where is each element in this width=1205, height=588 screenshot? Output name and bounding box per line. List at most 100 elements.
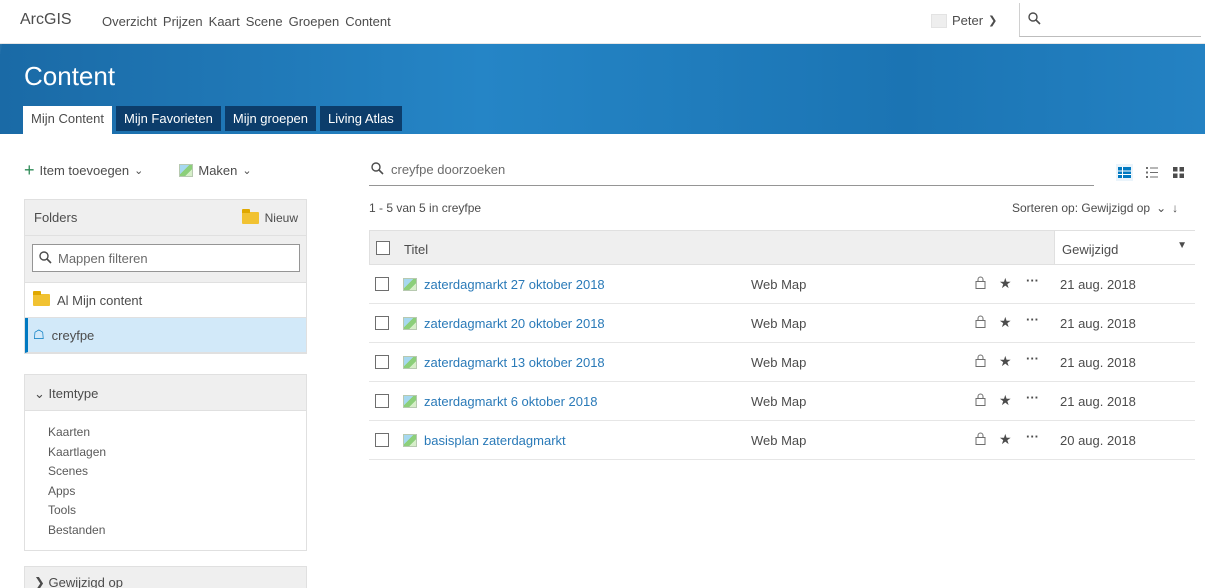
- row-checkbox[interactable]: [375, 277, 389, 291]
- content-banner: Content Mijn Content Mijn Favorieten Mij…: [0, 44, 1205, 134]
- row-checkbox[interactable]: [375, 433, 389, 447]
- nav-links: Overzicht Prijzen Kaart Scene Groepen Co…: [102, 14, 391, 47]
- item-modified-date: 21 aug. 2018: [1060, 277, 1136, 292]
- chevron-down-icon: ⌄: [134, 165, 144, 177]
- folder-item-creyfpe[interactable]: ☖ creyfpe: [25, 318, 306, 353]
- nav-link-groepen[interactable]: Groepen: [289, 14, 340, 29]
- favorite-star-icon[interactable]: ★: [999, 275, 1012, 292]
- add-item-button[interactable]: + Item toevoegen ⌄: [24, 160, 144, 180]
- lock-icon: [975, 354, 986, 370]
- more-options-icon[interactable]: ···: [1026, 429, 1039, 444]
- itemtype-header[interactable]: ⌄ Itemtype: [25, 375, 306, 411]
- itemtype-option-scenes[interactable]: Scenes: [48, 462, 306, 482]
- item-title-link[interactable]: zaterdagmarkt 13 oktober 2018: [424, 355, 605, 370]
- add-item-label: Item toevoegen: [39, 163, 130, 178]
- modified-filter-label: Gewijzigd op: [48, 575, 123, 588]
- favorite-star-icon[interactable]: ★: [999, 392, 1012, 409]
- tab-mijn-groepen[interactable]: Mijn groepen: [224, 106, 317, 131]
- row-checkbox[interactable]: [375, 394, 389, 408]
- folder-item-label: creyfpe: [51, 327, 95, 343]
- item-modified-date: 21 aug. 2018: [1060, 394, 1136, 409]
- user-menu[interactable]: Peter ❯: [931, 13, 997, 28]
- caret-down-icon: ▼: [1177, 240, 1187, 251]
- column-title[interactable]: Titel: [404, 242, 428, 257]
- tab-mijn-favorieten[interactable]: Mijn Favorieten: [115, 106, 221, 131]
- itemtype-option-tools[interactable]: Tools: [48, 501, 306, 521]
- chevron-down-icon: ⌄: [34, 386, 45, 401]
- item-title-link[interactable]: zaterdagmarkt 6 oktober 2018: [424, 394, 597, 409]
- content-search-placeholder: creyfpe doorzoeken: [391, 162, 506, 177]
- global-search-input[interactable]: [1019, 3, 1201, 37]
- folder-filter-placeholder: Mappen filteren: [58, 251, 148, 266]
- web-map-icon: [403, 356, 417, 369]
- item-title-link[interactable]: basisplan zaterdagmarkt: [424, 433, 566, 448]
- nav-link-prijzen[interactable]: Prijzen: [163, 14, 203, 29]
- modified-filter-header[interactable]: ❯ Gewijzigd op: [24, 566, 307, 588]
- item-title-link[interactable]: zaterdagmarkt 27 oktober 2018: [424, 277, 605, 292]
- page-title: Content: [24, 61, 116, 91]
- create-button[interactable]: Maken ⌄: [179, 163, 252, 178]
- arrow-down-icon[interactable]: ↓: [1172, 201, 1178, 215]
- new-folder-label: Nieuw: [264, 211, 298, 225]
- nav-link-overzicht[interactable]: Overzicht: [102, 14, 157, 29]
- more-options-icon[interactable]: ···: [1026, 351, 1039, 366]
- item-type: Web Map: [751, 355, 807, 370]
- new-folder-button[interactable]: Nieuw: [241, 209, 298, 225]
- itemtype-option-kaarten[interactable]: Kaarten: [48, 423, 306, 443]
- tab-living-atlas[interactable]: Living Atlas: [320, 106, 402, 131]
- grid-view-icon[interactable]: [1170, 164, 1187, 181]
- favorite-star-icon[interactable]: ★: [999, 431, 1012, 448]
- folder-item-all-content[interactable]: Al Mijn content: [25, 283, 306, 318]
- item-title-link[interactable]: zaterdagmarkt 20 oktober 2018: [424, 316, 605, 331]
- web-map-icon: [403, 278, 417, 291]
- folder-filter-area: Mappen filteren: [25, 236, 306, 283]
- itemtype-option-bestanden[interactable]: Bestanden: [48, 521, 306, 541]
- column-modified-label: Gewijzigd: [1062, 242, 1119, 257]
- folder-icon: [241, 209, 259, 224]
- plus-icon: +: [24, 160, 35, 180]
- content-table: Titel Gewijzigd ▼ zaterdagmarkt 27 oktob…: [369, 230, 1195, 460]
- table-row: zaterdagmarkt 6 oktober 2018 Web Map ★ ·…: [369, 382, 1195, 421]
- chevron-down-icon: ⌄: [242, 165, 252, 177]
- table-view-icon[interactable]: [1116, 164, 1133, 181]
- tab-mijn-content[interactable]: Mijn Content: [23, 106, 112, 134]
- chevron-right-icon: ❯: [34, 575, 45, 588]
- brand-logo[interactable]: ArcGIS: [20, 11, 72, 29]
- folder-filter-input[interactable]: Mappen filteren: [32, 244, 300, 272]
- home-icon: ☖: [33, 327, 45, 342]
- more-options-icon[interactable]: ···: [1026, 312, 1039, 327]
- item-modified-date: 21 aug. 2018: [1060, 316, 1136, 331]
- table-row: zaterdagmarkt 13 oktober 2018 Web Map ★ …: [369, 343, 1195, 382]
- search-icon: [1028, 12, 1041, 28]
- content-search-input[interactable]: creyfpe doorzoeken: [369, 158, 1094, 186]
- list-view-icon[interactable]: [1143, 164, 1160, 181]
- favorite-star-icon[interactable]: ★: [999, 314, 1012, 331]
- item-modified-date: 20 aug. 2018: [1060, 433, 1136, 448]
- select-all-checkbox[interactable]: [376, 241, 390, 255]
- more-options-icon[interactable]: ···: [1026, 390, 1039, 405]
- favorite-star-icon[interactable]: ★: [999, 353, 1012, 370]
- content-tabs: Mijn Content Mijn Favorieten Mijn groepe…: [23, 106, 402, 134]
- avatar: [931, 13, 947, 28]
- nav-link-content[interactable]: Content: [345, 14, 391, 47]
- item-type: Web Map: [751, 316, 807, 331]
- item-type: Web Map: [751, 433, 807, 448]
- folder-item-label: Al Mijn content: [57, 292, 143, 308]
- sort-control[interactable]: Sorteren op: Gewijzigd op ⌄ ↓: [1012, 201, 1178, 215]
- itemtype-option-apps[interactable]: Apps: [48, 482, 306, 502]
- view-toggles: [1116, 164, 1187, 181]
- lock-icon: [975, 276, 986, 292]
- item-modified-date: 21 aug. 2018: [1060, 355, 1136, 370]
- nav-link-kaart[interactable]: Kaart: [209, 14, 240, 29]
- nav-link-scene[interactable]: Scene: [246, 14, 283, 29]
- table-row: zaterdagmarkt 20 oktober 2018 Web Map ★ …: [369, 304, 1195, 343]
- more-options-icon[interactable]: ···: [1026, 273, 1039, 288]
- top-navigation: ArcGIS Overzicht Prijzen Kaart Scene Gro…: [0, 0, 1205, 47]
- row-checkbox[interactable]: [375, 316, 389, 330]
- itemtype-option-kaartlagen[interactable]: Kaartlagen: [48, 443, 306, 463]
- sort-label: Sorteren op: Gewijzigd op: [1012, 201, 1151, 215]
- chevron-down-icon: ⌄: [1156, 201, 1167, 215]
- row-checkbox[interactable]: [375, 355, 389, 369]
- search-icon: [371, 162, 384, 178]
- column-modified[interactable]: Gewijzigd ▼: [1054, 231, 1195, 264]
